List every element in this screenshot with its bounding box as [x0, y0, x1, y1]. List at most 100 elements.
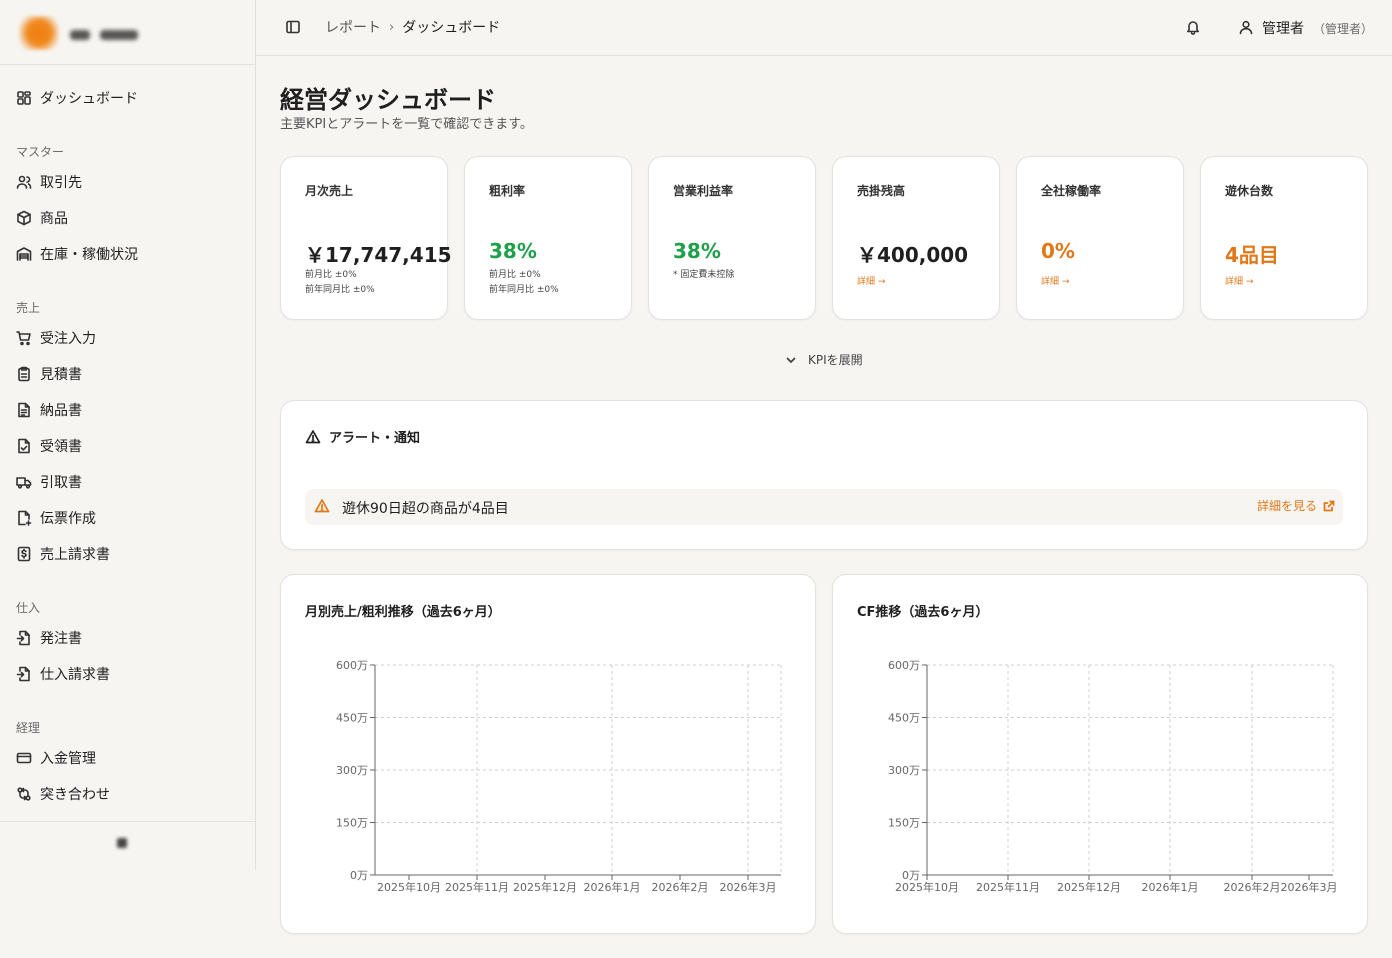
- y-tick-label: 0万: [350, 869, 368, 882]
- alert-detail-link[interactable]: 詳細を見る: [1257, 497, 1335, 514]
- sidebar-item-reconcile[interactable]: 突き合わせ: [0, 776, 255, 812]
- side-nav: ダッシュボード マスター 取引先 商品 在庫・稼働状況 売上 受注入力 見積書 …: [0, 65, 255, 812]
- expand-kpi-button[interactable]: KPIを展開: [784, 351, 863, 368]
- alert-detail-label: 詳細を見る: [1256, 499, 1317, 513]
- brand: [0, 0, 255, 65]
- kpi-detail-link[interactable]: 詳細 →: [1041, 274, 1069, 287]
- user-icon[interactable]: [1238, 19, 1254, 35]
- section-label-sales: 売上: [16, 301, 41, 315]
- sidebar-item-quote[interactable]: 見積書: [0, 356, 255, 392]
- kpi-card-gross-margin: 粗利率 38% 前月比 ±0% 前年同月比 ±0%: [464, 156, 632, 320]
- cart-icon: [16, 330, 32, 346]
- sidebar-item-partners[interactable]: 取引先: [0, 164, 255, 200]
- section-label-master: マスター: [16, 145, 65, 159]
- sidebar-item-products[interactable]: 商品: [0, 200, 255, 236]
- compare-icon: [16, 786, 32, 802]
- users-icon: [16, 174, 32, 190]
- bell-icon[interactable]: [1185, 19, 1201, 35]
- kpi-mom: 前月比 ±0%: [489, 270, 541, 280]
- kpi-value: 38%: [489, 239, 537, 263]
- invoice-icon: [16, 546, 32, 562]
- brand-name-redacted: [70, 30, 90, 40]
- y-tick-label: 150万: [888, 817, 920, 830]
- kpi-card-utilization: 全社稼働率 0% 詳細 →: [1016, 156, 1184, 320]
- document-check-icon: [16, 438, 32, 454]
- footer-redacted: [117, 838, 127, 848]
- sidebar-item-purchase-invoice[interactable]: 仕入請求書: [0, 656, 255, 692]
- sidebar-item-label: 納品書: [40, 403, 82, 419]
- sidebar-footer: [0, 821, 255, 870]
- x-tick-label: 2025年12月: [1057, 880, 1121, 894]
- sidebar-item-purchase-order[interactable]: 発注書: [0, 620, 255, 656]
- document-plus-icon: [16, 510, 32, 526]
- breadcrumb-parent[interactable]: レポート: [325, 17, 381, 37]
- sidebar: ダッシュボード マスター 取引先 商品 在庫・稼働状況 売上 受注入力 見積書 …: [0, 0, 256, 870]
- kpi-card-idle-units: 遊休台数 4品目 詳細 →: [1200, 156, 1368, 320]
- x-tick-label: 2025年10月: [895, 880, 959, 894]
- sidebar-item-label: 在庫・稼働状況: [40, 247, 138, 263]
- kpi-value: ￥17,747,415: [305, 243, 452, 267]
- y-tick-label: 600万: [888, 659, 920, 672]
- sidebar-item-label: 受領書: [40, 439, 82, 455]
- page-title: 経営ダッシュボード: [280, 86, 496, 114]
- document-icon: [16, 402, 32, 418]
- expand-kpi-label: KPIを展開: [808, 353, 863, 367]
- x-tick-label: 2025年11月: [976, 880, 1040, 894]
- credit-card-icon: [16, 750, 32, 766]
- x-tick-label: 2026年3月: [720, 880, 777, 894]
- kpi-card-receivables: 売掛残高 ￥400,000 詳細 →: [832, 156, 1000, 320]
- cashflow-chart-card: CF推移（過去6ヶ月） 0万 150万 300万 450万 600万 2025年10月 20…: [832, 574, 1368, 934]
- alerts-title-label: アラート・通知: [329, 431, 421, 446]
- kpi-label: 月次売上: [305, 184, 354, 198]
- sidebar-item-dashboard[interactable]: ダッシュボード: [0, 80, 255, 116]
- sidebar-item-label: 引取書: [40, 475, 82, 491]
- sidebar-toggle-icon[interactable]: [285, 19, 301, 35]
- x-tick-label: 2026年2月: [1224, 880, 1281, 894]
- sidebar-item-label: 受注入力: [40, 331, 96, 347]
- sidebar-item-label: 商品: [40, 211, 68, 227]
- page-subtitle: 主要KPIとアラートを一覧で確認できます。: [280, 117, 533, 132]
- chevron-down-icon: [786, 357, 796, 363]
- kpi-label: 売掛残高: [857, 184, 906, 198]
- dashboard-icon: [16, 90, 32, 106]
- sales-margin-chart: 0万 150万 300万 450万 600万 2025年10月 2025年11月 2025年1…: [336, 659, 782, 894]
- sidebar-item-label: 取引先: [40, 175, 82, 191]
- sidebar-item-receipt[interactable]: 受領書: [0, 428, 255, 464]
- kpi-value: 38%: [673, 239, 721, 263]
- kpi-mom: 前月比 ±0%: [305, 270, 357, 280]
- top-header: レポート › ダッシュボード 管理者 （管理者）: [256, 0, 1392, 56]
- y-tick-label: 450万: [888, 712, 920, 725]
- sales-margin-chart-card: 月別売上/粗利推移（過去6ヶ月） 0万 150万 300万 450万 600万 2025年…: [280, 574, 816, 934]
- sidebar-item-label: 売上請求書: [40, 547, 110, 563]
- sidebar-item-payments[interactable]: 入金管理: [0, 740, 255, 776]
- user-name[interactable]: 管理者: [1262, 18, 1304, 38]
- sidebar-item-inventory[interactable]: 在庫・稼働状況: [0, 236, 255, 272]
- alerts-card: アラート・通知 遊休90日超の商品が4品目 詳細を見る: [280, 400, 1368, 550]
- sidebar-item-label: 仕入請求書: [40, 667, 110, 683]
- sidebar-item-slip[interactable]: 伝票作成: [0, 500, 255, 536]
- sidebar-item-label: 発注書: [40, 631, 82, 647]
- kpi-label: 粗利率: [489, 184, 526, 198]
- kpi-detail-link[interactable]: 詳細 →: [857, 274, 885, 287]
- warning-icon: [305, 429, 321, 443]
- sidebar-item-label: 伝票作成: [40, 511, 96, 527]
- user-role: （管理者）: [1313, 22, 1374, 36]
- sidebar-item-order-entry[interactable]: 受注入力: [0, 320, 255, 356]
- kpi-detail-link[interactable]: 詳細 →: [1225, 274, 1253, 287]
- sidebar-item-pickup[interactable]: 引取書: [0, 464, 255, 500]
- x-tick-label: 2025年11月: [445, 880, 509, 894]
- clipboard-icon: [16, 366, 32, 382]
- y-tick-label: 300万: [888, 764, 920, 777]
- kpi-note: * 固定費未控除: [673, 270, 735, 280]
- x-tick-label: 2026年3月: [1281, 880, 1338, 894]
- external-link-icon: [1323, 500, 1335, 511]
- kpi-card-operating-margin: 営業利益率 38% * 固定費未控除: [648, 156, 816, 320]
- document-import-icon: [16, 666, 32, 682]
- y-tick-label: 450万: [336, 712, 368, 725]
- sidebar-item-delivery[interactable]: 納品書: [0, 392, 255, 428]
- package-icon: [16, 210, 32, 226]
- sidebar-item-sales-invoice[interactable]: 売上請求書: [0, 536, 255, 572]
- kpi-value: 0%: [1041, 239, 1075, 263]
- warning-icon: [314, 498, 330, 514]
- document-import-icon: [16, 630, 32, 646]
